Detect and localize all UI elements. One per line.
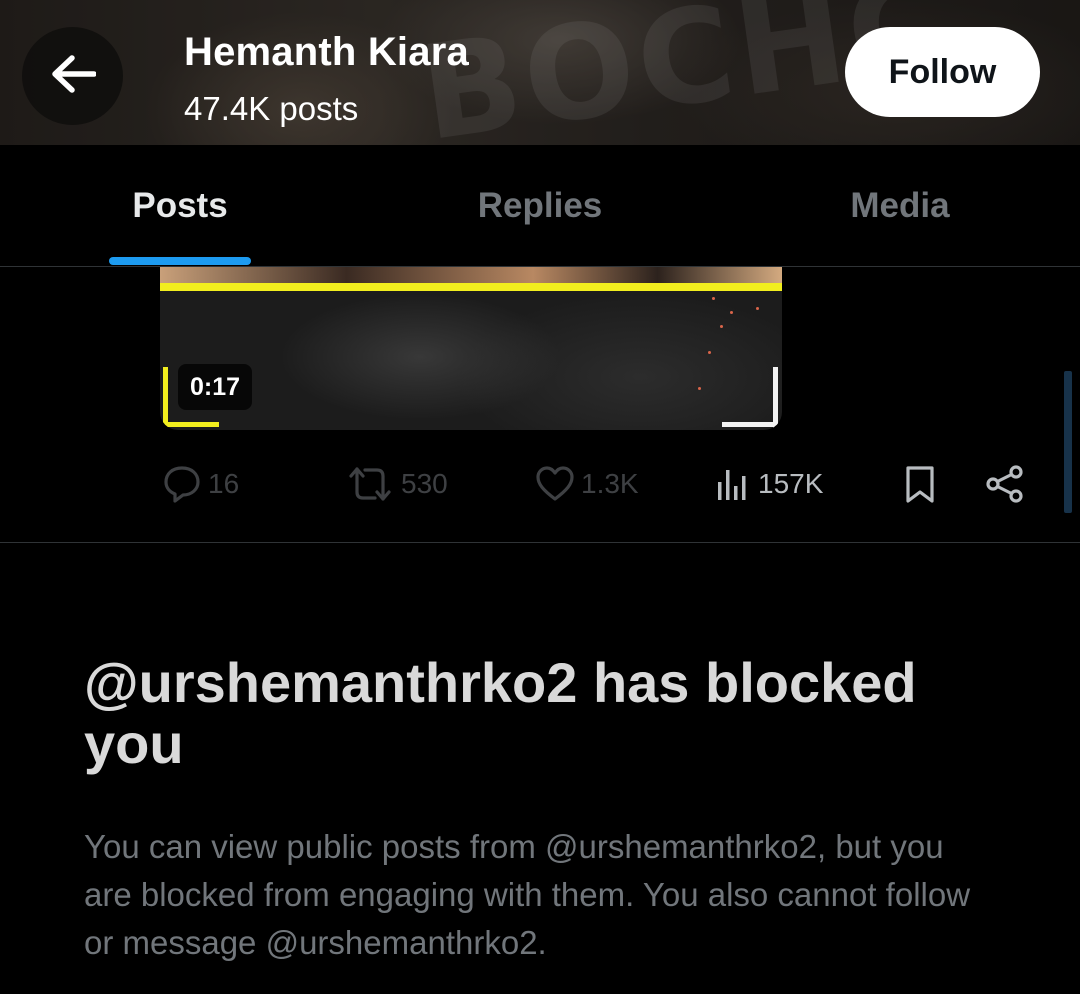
back-button[interactable] xyxy=(22,27,123,125)
profile-header-banner: BOCHC Hemanth Kiara 47.4K posts Follow xyxy=(0,0,1080,145)
repost-count: 530 xyxy=(401,468,448,499)
like-count: 1.3K xyxy=(581,468,639,499)
blocked-notice-title: @urshemanthrko2 has blocked you xyxy=(84,651,917,775)
blocked-notice-description: You can view public posts from @ursheman… xyxy=(84,828,971,961)
video-frame-border xyxy=(160,283,782,291)
profile-posts-count: 47.4K posts xyxy=(184,90,359,127)
views-chart-icon xyxy=(716,464,752,504)
post-action-bar: 16 530 1.3K 157K xyxy=(0,456,1080,512)
arrow-left-icon xyxy=(50,54,97,99)
tab-replies[interactable]: Replies xyxy=(360,145,720,266)
profile-screen: BOCHC Hemanth Kiara 47.4K posts Follow P… xyxy=(0,0,1080,994)
reply-count: 16 xyxy=(208,468,240,499)
views-button[interactable]: 157K xyxy=(716,456,823,512)
views-count: 157K xyxy=(758,468,824,499)
tab-media[interactable]: Media xyxy=(720,145,1080,266)
heart-icon xyxy=(535,464,575,504)
bookmark-button[interactable] xyxy=(900,456,940,512)
tab-posts[interactable]: Posts xyxy=(0,145,360,266)
bookmark-icon xyxy=(900,464,940,504)
share-icon xyxy=(984,464,1026,504)
video-duration-badge: 0:17 xyxy=(178,364,253,410)
reply-button[interactable]: 16 xyxy=(162,456,239,512)
post-video-thumbnail[interactable] xyxy=(160,267,782,430)
active-tab-indicator xyxy=(109,257,251,265)
repost-button[interactable]: 530 xyxy=(345,456,448,512)
like-button[interactable]: 1.3K xyxy=(535,456,639,512)
profile-tabs: Posts Replies Media xyxy=(0,145,1080,267)
section-divider xyxy=(0,542,1080,543)
profile-name: Hemanth Kiara xyxy=(184,30,469,74)
repost-icon xyxy=(345,464,395,504)
reply-icon xyxy=(162,464,202,504)
follow-button[interactable]: Follow xyxy=(845,27,1040,117)
share-button[interactable] xyxy=(984,456,1026,512)
